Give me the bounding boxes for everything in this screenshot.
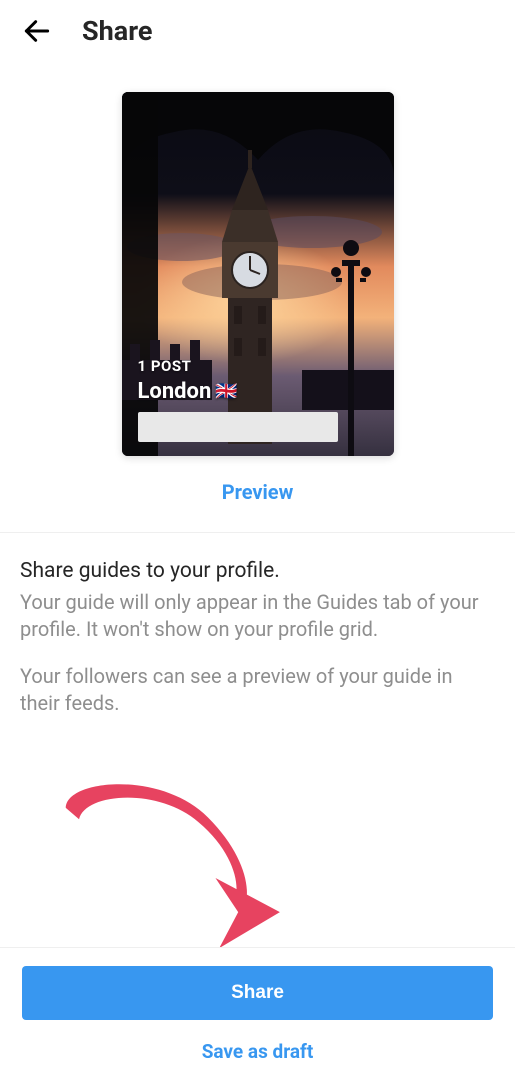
guide-title: London 🇬🇧 bbox=[138, 379, 378, 404]
info-block: Share guides to your profile. Your guide… bbox=[0, 533, 515, 737]
save-draft-button[interactable]: Save as draft bbox=[22, 1020, 493, 1067]
info-body-1: Your guide will only appear in the Guide… bbox=[20, 589, 495, 643]
info-body: Your guide will only appear in the Guide… bbox=[20, 589, 495, 717]
preview-section: 1 POST London 🇬🇧 Preview bbox=[0, 64, 515, 532]
flag-icon: 🇬🇧 bbox=[215, 381, 237, 402]
preview-link[interactable]: Preview bbox=[222, 480, 294, 504]
annotation-arrow-icon bbox=[40, 770, 300, 950]
info-heading: Share guides to your profile. bbox=[20, 559, 495, 583]
page-header: Share bbox=[0, 0, 515, 64]
guide-title-text: London bbox=[138, 379, 212, 404]
guide-description-placeholder bbox=[138, 412, 338, 442]
guide-cover[interactable]: 1 POST London 🇬🇧 bbox=[122, 92, 394, 456]
info-body-2: Your followers can see a preview of your… bbox=[20, 663, 495, 717]
page-title: Share bbox=[82, 15, 152, 47]
back-icon[interactable] bbox=[20, 14, 54, 48]
post-count: 1 POST bbox=[138, 357, 378, 375]
bottom-actions: Share Save as draft bbox=[0, 947, 515, 1077]
cover-text: 1 POST London 🇬🇧 bbox=[138, 357, 378, 442]
share-button[interactable]: Share bbox=[22, 966, 493, 1020]
